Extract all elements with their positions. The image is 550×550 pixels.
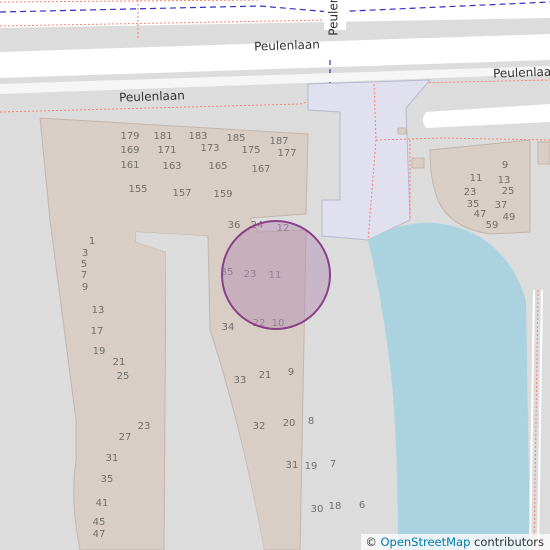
house-number-35: 35 — [101, 474, 114, 485]
location-marker[interactable] — [221, 220, 331, 330]
street-label-peulenlaan-vertical: Peulenl — [327, 0, 341, 36]
house-number-47: 47 — [93, 529, 106, 540]
map-attribution: © OpenStreetMap contributors — [361, 534, 550, 550]
house-number-37: 37 — [495, 200, 508, 211]
openstreetmap-link[interactable]: OpenStreetMap — [380, 535, 470, 549]
house-number-41: 41 — [96, 498, 109, 509]
house-number-31: 31 — [286, 460, 299, 471]
house-number-45: 45 — [93, 517, 106, 528]
house-number-185: 185 — [226, 133, 245, 144]
house-number-23: 23 — [464, 187, 477, 198]
house-number-34: 34 — [222, 322, 235, 333]
house-number-21: 21 — [259, 370, 272, 381]
copyright-symbol: © — [365, 535, 377, 549]
house-number-30: 30 — [311, 504, 324, 515]
house-number-20: 20 — [283, 418, 296, 429]
house-number-179: 179 — [120, 131, 139, 142]
house-number-5: 5 — [81, 259, 87, 270]
house-number-161: 161 — [120, 160, 139, 171]
house-number-18: 18 — [329, 501, 342, 512]
house-number-171: 171 — [157, 145, 176, 156]
house-number-11: 11 — [470, 173, 483, 184]
house-number-19: 19 — [93, 346, 106, 357]
house-number-23: 23 — [138, 421, 151, 432]
building-tiny — [397, 127, 407, 135]
street-label-peulenlaan-main: Peulenlaan — [254, 37, 320, 53]
house-number-47: 47 — [474, 209, 487, 220]
house-number-31: 31 — [106, 453, 119, 464]
house-number-32: 32 — [253, 421, 266, 432]
house-number-169: 169 — [120, 145, 139, 156]
house-number-3: 3 — [82, 248, 88, 259]
house-number-157: 157 — [172, 188, 191, 199]
house-number-7: 7 — [330, 459, 336, 470]
building-edge — [537, 141, 550, 165]
house-number-183: 183 — [188, 131, 207, 142]
house-number-173: 173 — [200, 143, 219, 154]
house-number-9: 9 — [288, 367, 294, 378]
house-number-155: 155 — [128, 184, 147, 195]
house-number-19: 19 — [305, 461, 318, 472]
street-label-peulenlaan-right: Peulenlaan — [493, 64, 550, 80]
house-number-163: 163 — [162, 161, 181, 172]
house-number-13: 13 — [498, 175, 511, 186]
map-view[interactable]: Peulenlaan Peulenlaan Peulenlaan Peulenl… — [0, 0, 550, 550]
house-number-36: 36 — [228, 220, 241, 231]
house-number-187: 187 — [269, 136, 288, 147]
house-number-21: 21 — [113, 357, 126, 368]
map-canvas: Peulenlaan Peulenlaan Peulenlaan Peulenl… — [0, 0, 550, 550]
house-number-181: 181 — [153, 131, 172, 142]
house-number-1: 1 — [89, 236, 95, 247]
house-number-177: 177 — [277, 148, 296, 159]
house-number-25: 25 — [502, 186, 515, 197]
house-number-25: 25 — [117, 371, 130, 382]
house-number-27: 27 — [119, 432, 132, 443]
house-number-6: 6 — [359, 500, 365, 511]
house-number-17: 17 — [91, 326, 104, 337]
house-number-167: 167 — [251, 164, 270, 175]
attribution-suffix: contributors — [470, 535, 544, 549]
house-number-7: 7 — [81, 270, 87, 281]
house-number-33: 33 — [234, 375, 247, 386]
house-number-159: 159 — [213, 189, 232, 200]
house-number-165: 165 — [208, 161, 227, 172]
building-small — [411, 157, 425, 169]
house-number-49: 49 — [503, 212, 516, 223]
house-number-13: 13 — [92, 305, 105, 316]
house-number-59: 59 — [486, 220, 499, 231]
house-number-175: 175 — [241, 145, 260, 156]
house-number-9: 9 — [502, 160, 508, 171]
street-label-peulenlaan-service: Peulenlaan — [119, 88, 185, 104]
house-number-8: 8 — [308, 416, 314, 427]
house-number-9: 9 — [82, 282, 88, 293]
